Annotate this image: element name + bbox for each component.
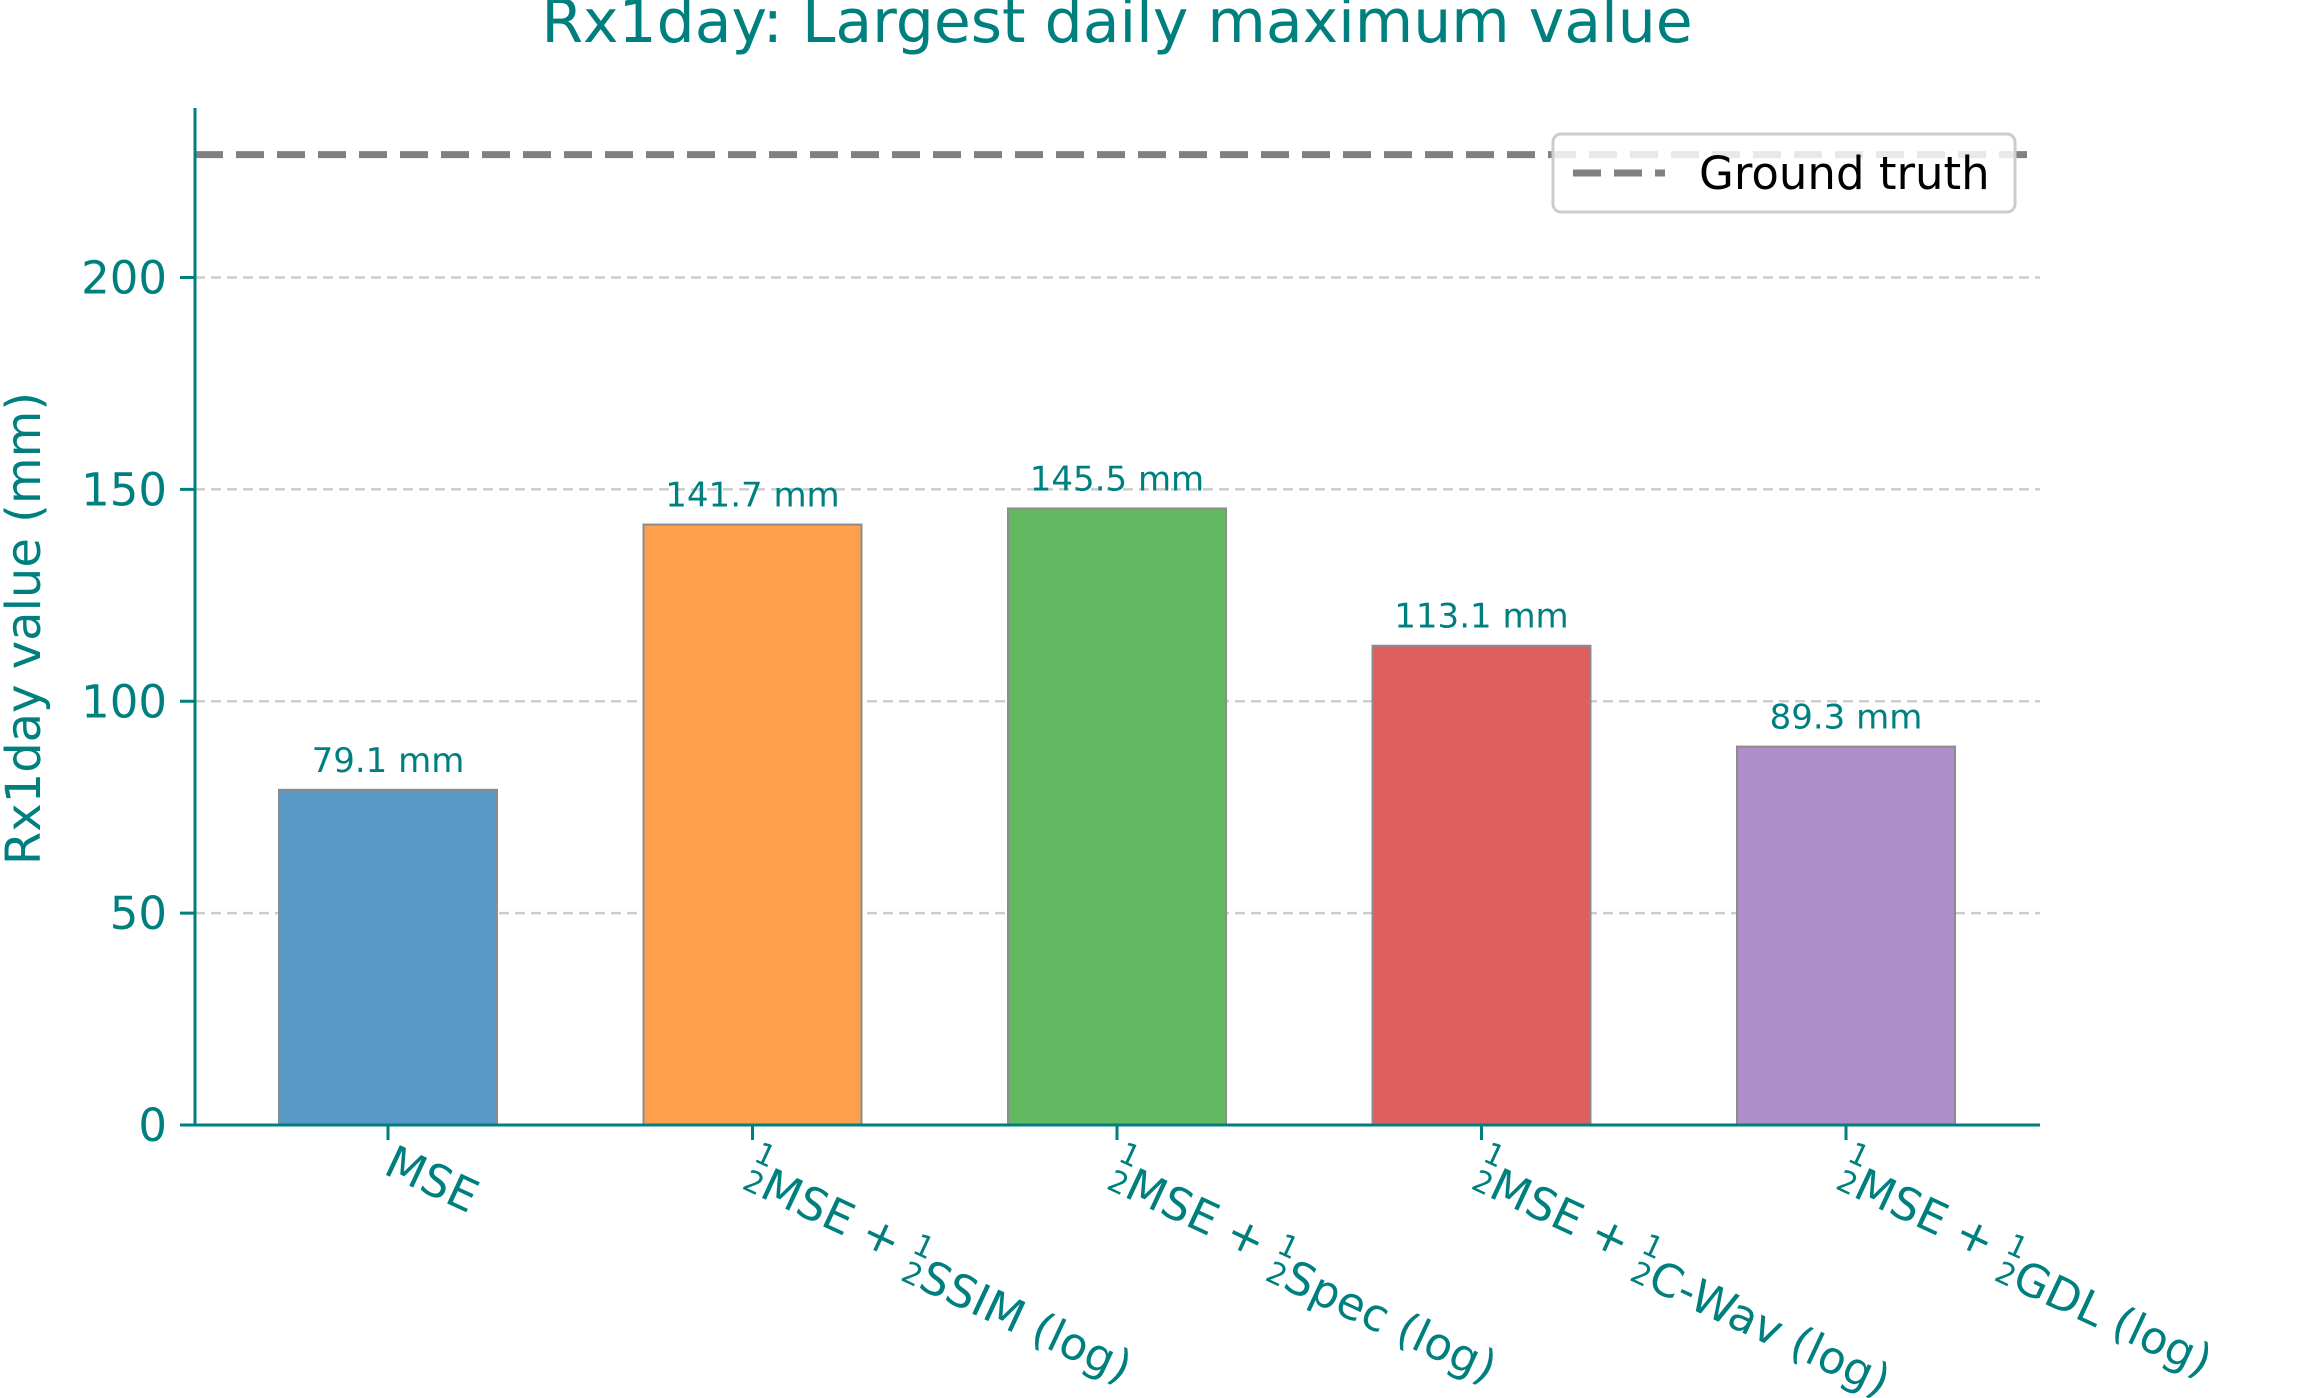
bar	[1007, 507, 1227, 1127]
bar-value-label: 145.5 mm	[1030, 459, 1204, 499]
x-tick-label-text: SSIM (log)	[912, 1250, 1140, 1394]
bar	[1371, 644, 1592, 1127]
bar-value-label: 79.1 mm	[312, 741, 465, 781]
x-tick-label-text: C-Wav (log)	[1641, 1250, 1899, 1398]
legend-label: Ground truth	[1699, 147, 1990, 200]
chart: 79.1 mm 141.7 mm 145.5 mm 113.1 mm 89.3 mm 0 5…	[0, 0, 2234, 1398]
bar-value-label: 141.7 mm	[665, 476, 839, 516]
x-tick-label: 12MSE + 12SSIM (log)	[728, 1136, 1153, 1394]
bar-value-label: 113.1 mm	[1394, 597, 1568, 637]
bar	[278, 788, 498, 1126]
x-tick-label-text: MSE +	[1118, 1158, 1287, 1275]
x-tick-label-text: GDL (log)	[2005, 1250, 2220, 1388]
x-tick-label-text: Spec (log)	[1276, 1250, 1505, 1394]
y-tick-label: 100	[81, 675, 167, 728]
bar	[642, 523, 863, 1126]
bars	[278, 507, 1956, 1127]
y-tick-label: 150	[81, 463, 167, 516]
bar	[1736, 745, 1956, 1126]
y-axis-label: Rx1day value (mm)	[0, 392, 52, 865]
x-tick-label: 12MSE + 12Spec (log)	[1093, 1136, 1518, 1394]
x-tick-label: MSE	[377, 1135, 486, 1224]
x-tick-label-text: MSE +	[1847, 1158, 2016, 1275]
chart-title: Rx1day: Largest daily maximum value	[541, 0, 1692, 57]
bar-value-label: 89.3 mm	[1770, 698, 1923, 738]
x-tick-label-text: MSE +	[1482, 1158, 1651, 1275]
y-tick-label: 0	[138, 1099, 167, 1152]
y-tick-label: 50	[110, 887, 167, 940]
y-tick-label: 200	[81, 252, 167, 305]
x-tick-label: 12MSE + 12GDL (log)	[1822, 1136, 2234, 1388]
legend: Ground truth	[1551, 132, 2017, 214]
x-tick-label-text: MSE	[377, 1135, 486, 1224]
x-tick-label-text: MSE +	[753, 1158, 922, 1275]
